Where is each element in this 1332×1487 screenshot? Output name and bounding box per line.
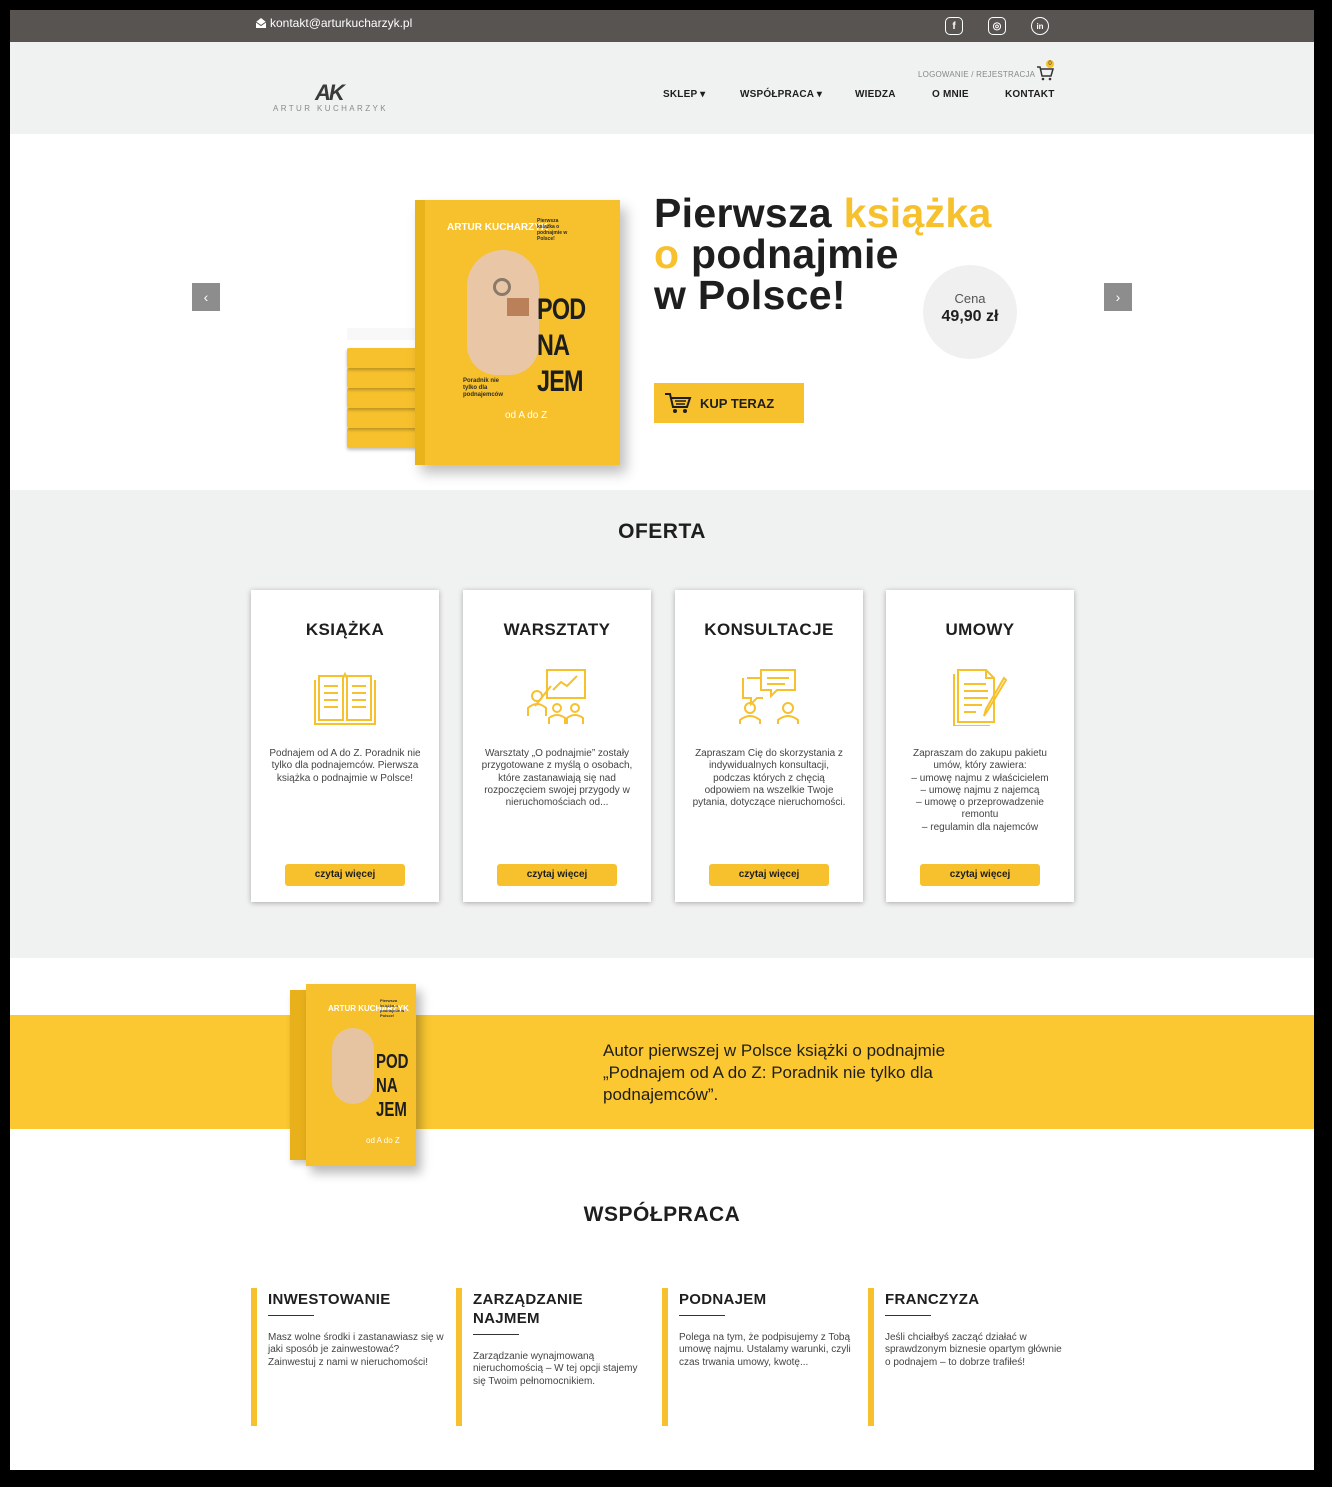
nav-sklep[interactable]: SKLEP ▾ <box>663 89 705 100</box>
book-cover-image: ARTUR KUCHARZYK Pierwsza książka o podna… <box>415 200 620 465</box>
house-keychain-graphic <box>507 298 529 316</box>
offer-card-ksiazka: KSIĄŻKA Podnajem od A do Z. Poradnik nie… <box>251 590 439 902</box>
header: AK ARTUR KUCHARZYK LOGOWANIE / REJESTRAC… <box>10 42 1314 134</box>
hero-title-accent: o <box>654 231 680 277</box>
email-text: kontakt@arturkucharzyk.pl <box>270 16 413 30</box>
cooperation-inwestowanie[interactable]: INWESTOWANIE Masz wolne środki i zastana… <box>251 1288 451 1426</box>
cooperation-item-text: Polega na tym, że podpisujemy z Tobą umo… <box>679 1332 851 1368</box>
cooperation-zarzadzanie[interactable]: ZARZĄDZANIE NAJMEM Zarządzanie wynajmowa… <box>456 1288 656 1426</box>
offer-card-warsztaty: WARSZTATY Warsztaty „O podnajmie” został… <box>463 590 651 902</box>
price-value: 49,90 zł <box>941 308 999 325</box>
email-link[interactable]: kontakt@arturkucharzyk.pl <box>255 16 412 30</box>
divider <box>473 1334 519 1335</box>
divider <box>268 1315 314 1316</box>
book-spine <box>415 200 425 465</box>
book-title: POD NA JEM <box>376 1051 409 1121</box>
nav-kontakt[interactable]: KONTAKT <box>1005 89 1055 100</box>
logo-name: ARTUR KUCHARZYK <box>273 104 388 113</box>
slider-prev-button[interactable]: ‹ <box>192 283 220 311</box>
read-more-button[interactable]: czytaj więcej <box>285 864 405 886</box>
login-register-link[interactable]: LOGOWANIE / REJESTRACJA <box>918 70 1035 79</box>
offer-card-konsultacje: KONSULTACJE Zapraszam Cię do skorzystani… <box>675 590 863 902</box>
cooperation-item-title: PODNAJEM <box>679 1291 767 1308</box>
card-text: Zapraszam Cię do skorzystania z indywidu… <box>692 748 846 809</box>
read-more-button[interactable]: czytaj więcej <box>920 864 1040 886</box>
cooperation-item-title: INWESTOWANIE <box>268 1291 391 1308</box>
mail-icon <box>255 18 267 28</box>
author-band: Autor pierwszej w Polsce książki o podna… <box>10 1015 1314 1129</box>
hero-title-accent: książka <box>843 190 992 236</box>
cooperation-podnajem[interactable]: PODNAJEM Polega na tym, że podpisujemy z… <box>662 1288 862 1426</box>
cooperation-title: WSPÓŁPRACA <box>583 1203 741 1226</box>
cooperation-item-text: Masz wolne środki i zastanawiasz się w j… <box>268 1332 444 1368</box>
price-badge: Cena 49,90 zł <box>923 265 1017 359</box>
buy-now-button[interactable]: KUP TERAZ <box>654 383 804 423</box>
cart-count-badge: 0 <box>1046 60 1054 68</box>
slider-next-button[interactable]: › <box>1104 283 1132 311</box>
buy-now-label: KUP TERAZ <box>700 395 775 411</box>
divider <box>885 1315 931 1316</box>
read-more-button[interactable]: czytaj więcej <box>709 864 829 886</box>
offer-card-umowy: UMOWY Zapraszam do zakupu pakietu umów, … <box>886 590 1074 902</box>
offer-title: OFERTA <box>618 520 706 543</box>
hero-title-part: Pierwsza <box>654 190 844 236</box>
book-cover-image-small: ARTUR KUCHARZYK Pierwsza książka o podna… <box>306 984 416 1166</box>
card-title: KONSULTACJE <box>704 620 834 639</box>
cooperation-franczyza[interactable]: FRANCZYZA Jeśli chciałbyś zacząć działać… <box>868 1288 1068 1426</box>
book-title: POD NA JEM <box>537 293 586 398</box>
author-band-text: Autor pierwszej w Polsce książki o podna… <box>603 1041 946 1104</box>
read-more-button[interactable]: czytaj więcej <box>497 864 617 886</box>
hero-title-part: podnajmie <box>679 231 899 277</box>
workshop-icon <box>527 669 586 724</box>
card-title: UMOWY <box>945 620 1015 639</box>
divider <box>679 1315 725 1316</box>
card-text: Warsztaty „O podnajmie” zostały przygoto… <box>481 748 633 809</box>
top-bar: kontakt@arturkucharzyk.pl f ◎ in <box>10 10 1314 42</box>
price-label: Cena <box>954 291 986 306</box>
consultation-icon <box>739 669 799 724</box>
logo[interactable]: AK ARTUR KUCHARZYK <box>273 80 386 116</box>
card-text: Zapraszam do zakupu pakietu umów, który … <box>911 748 1049 833</box>
nav-wspolpraca[interactable]: WSPÓŁPRACA ▾ <box>740 89 822 100</box>
offer-section: OFERTA KSIĄŻKA Podnajem od A do Z. Porad… <box>10 490 1314 958</box>
book-az: od A do Z <box>505 410 548 421</box>
book-subtitle: Pierwsza książka o podnajmie w Polsce! <box>380 998 405 1018</box>
hand-graphic <box>332 1028 374 1104</box>
book-subtitle: Pierwsza książka o podnajmie w Polsce! <box>537 218 568 242</box>
linkedin-icon[interactable]: in <box>1031 17 1049 35</box>
cart-icon <box>665 393 692 413</box>
nav-o-mnie[interactable]: O MNIE <box>932 89 969 100</box>
card-title: WARSZTATY <box>503 620 611 639</box>
cooperation-item-text: Zarządzanie wynajmowaną nieruchomością –… <box>473 1351 638 1387</box>
page: kontakt@arturkucharzyk.pl f ◎ in AK ARTU… <box>10 10 1314 1470</box>
contract-icon <box>953 669 1008 726</box>
hero-title-part: w Polsce! <box>654 272 846 318</box>
card-title: KSIĄŻKA <box>305 620 385 639</box>
book-author: ARTUR KUCHARZYK <box>447 222 549 233</box>
key-graphic <box>493 278 511 296</box>
nav-wiedza[interactable]: WIEDZA <box>855 89 896 100</box>
facebook-icon[interactable]: f <box>945 17 963 35</box>
instagram-icon[interactable]: ◎ <box>988 17 1006 35</box>
book-icon <box>314 671 376 725</box>
logo-mark: AK <box>315 80 345 105</box>
cooperation-item-title: ZARZĄDZANIE NAJMEM <box>473 1291 583 1327</box>
book-tagline: Poradnik nie tylko dla podnajemców <box>463 378 504 398</box>
book-az: od A do Z <box>366 1136 400 1145</box>
cooperation-item-title: FRANCZYZA <box>885 1291 980 1308</box>
cooperation-item-text: Jeśli chciałbyś zacząć działać w sprawdz… <box>885 1332 1062 1368</box>
card-text: Podnajem od A do Z. Poradnik nie tylko d… <box>269 748 421 784</box>
